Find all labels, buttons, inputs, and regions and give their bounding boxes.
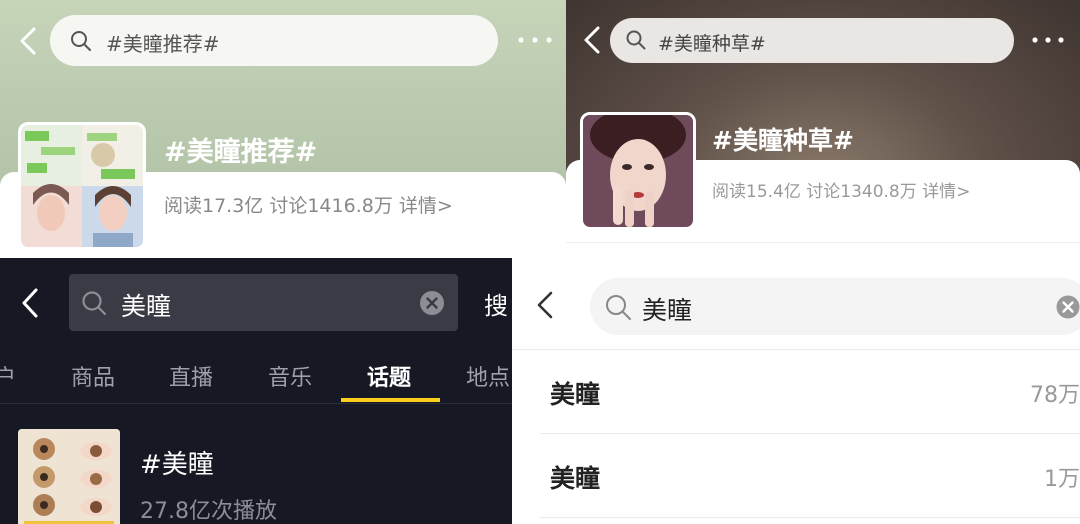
more-icon[interactable] [516,28,554,52]
suggestion-text: 美瞳 [550,380,601,409]
tab-topics[interactable]: 话题 [367,360,411,392]
suggestion-text: 美瞳 [550,464,601,493]
search-bar[interactable]: #美瞳推荐# [50,15,498,66]
topic-thumbnail[interactable] [18,429,120,524]
more-icon[interactable] [1030,28,1066,52]
search-query: 美瞳 [121,292,172,321]
clear-icon[interactable] [1056,295,1080,319]
tab-users[interactable]: 户 [0,360,16,392]
search-bar[interactable]: #美瞳种草# [610,18,1014,63]
divider [540,517,1080,518]
lens-collage-image [18,429,120,524]
back-arrow-icon[interactable] [578,24,606,56]
search-input[interactable]: 美瞳 [69,274,458,331]
collage-image [21,125,143,247]
back-arrow-icon[interactable] [14,26,42,56]
divider [0,403,512,404]
search-query: #美瞳种草# [658,33,766,55]
suggestion-row[interactable]: 美瞳 78万 [512,349,1080,433]
search-query: 美瞳 [642,296,693,325]
tab-places[interactable]: 地点 [466,360,510,392]
search-icon [606,295,631,320]
suggestion-count: 1万 [1044,467,1080,492]
tab-music[interactable]: 音乐 [268,360,312,392]
back-arrow-icon[interactable] [534,288,556,322]
search-button[interactable]: 搜 [484,286,508,321]
search-icon [626,30,646,50]
topic-thumbnail [580,112,696,230]
topic-panel-meitong-grass: #美瞳种草# #美瞳种草# 阅读15.4亿 讨论1340.8万 详情> [566,0,1080,258]
search-query: #美瞳推荐# [106,32,220,56]
search-icon [71,31,91,51]
portrait-image [583,115,693,227]
douyin-search-panel: 美瞳 搜 户 商品 直播 音乐 话题 地点 #美瞳 27.8亿次播放 [0,258,512,524]
back-arrow-icon[interactable] [18,286,44,320]
tab-products[interactable]: 商品 [71,360,115,392]
tab-live[interactable]: 直播 [169,360,213,392]
search-input[interactable]: 美瞳 [590,278,1080,335]
topic-panel-meitong-recommend: #美瞳推荐# #美瞳推荐# 阅读17.3亿 讨论1416.8万 详情> [0,0,566,258]
search-icon [82,291,107,316]
result-play-count: 27.8亿次播放 [140,499,277,524]
suggestion-row[interactable]: 美瞳 1万 [512,433,1080,517]
divider [566,242,1080,243]
active-tab-indicator [341,398,440,402]
topic-stats[interactable]: 阅读15.4亿 讨论1340.8万 详情> [712,177,970,202]
suggestion-count: 78万 [1030,383,1080,408]
topic-title: #美瞳推荐# [164,137,318,168]
result-title[interactable]: #美瞳 [140,444,214,481]
weibo-search-suggest-panel: 美瞳 美瞳 78万 美瞳 1万 [512,258,1080,524]
topic-thumbnail [18,122,146,250]
clear-icon[interactable] [419,290,445,316]
topic-stats[interactable]: 阅读17.3亿 讨论1416.8万 详情> [164,191,453,218]
topic-title: #美瞳种草# [712,126,854,155]
